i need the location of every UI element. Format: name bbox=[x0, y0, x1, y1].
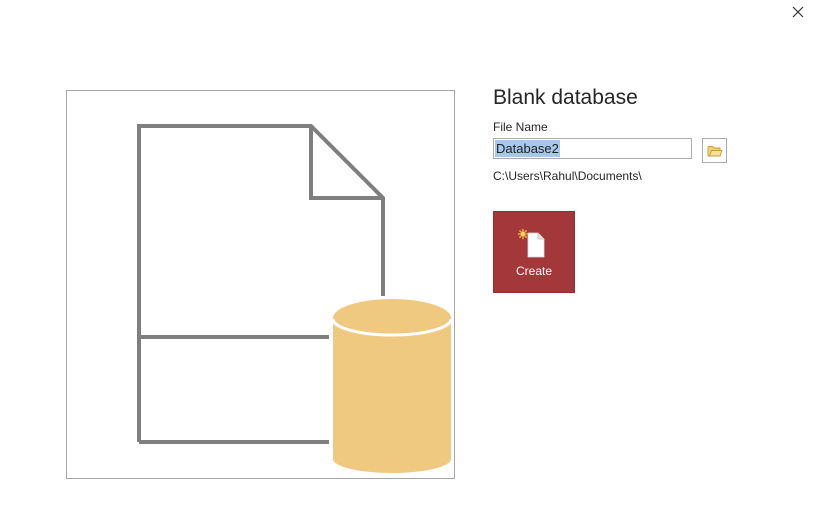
blank-database-illustration bbox=[137, 124, 453, 473]
browse-button[interactable] bbox=[702, 138, 727, 163]
create-button-label: Create bbox=[515, 264, 553, 278]
close-button[interactable] bbox=[786, 0, 810, 24]
new-database-icon bbox=[517, 228, 545, 258]
create-button[interactable]: Create bbox=[493, 211, 575, 293]
file-name-input[interactable]: Database2 bbox=[493, 138, 692, 159]
folder-icon bbox=[707, 145, 723, 156]
file-name-label: File Name bbox=[493, 120, 548, 134]
page-title: Blank database bbox=[493, 86, 638, 109]
save-location-path: C:\Users\Rahul\Documents\ bbox=[493, 169, 642, 183]
close-icon bbox=[792, 6, 804, 18]
template-preview bbox=[66, 90, 455, 479]
file-name-value[interactable]: Database2 bbox=[495, 140, 560, 157]
new-database-dialog: Blank database File Name Database2 C:\Us… bbox=[0, 0, 816, 517]
